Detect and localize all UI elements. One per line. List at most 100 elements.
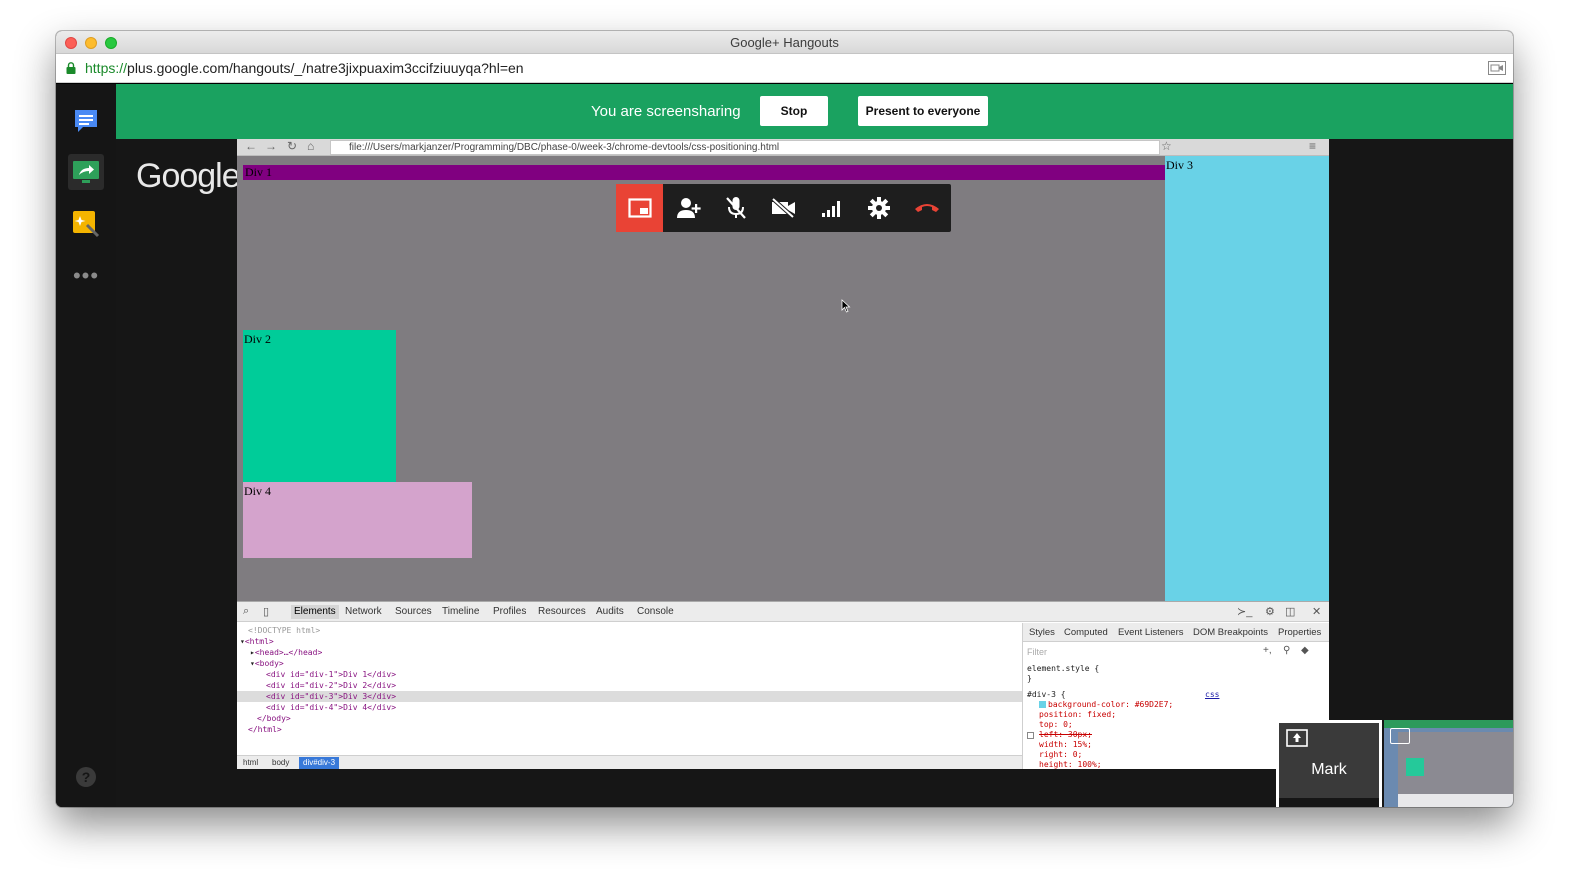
devtools-settings-icon[interactable]: ⚙	[1265, 605, 1275, 618]
hang-up-icon	[914, 204, 939, 212]
inspect-search-icon[interactable]: ⌕	[243, 605, 249, 618]
devtools-tab-elements[interactable]: Elements	[291, 605, 339, 619]
rule-source-link[interactable]: css	[1205, 690, 1219, 700]
breadcrumb-body[interactable]: body	[272, 758, 289, 767]
dock-side-icon[interactable]: ◫	[1285, 605, 1295, 618]
screenshare-banner: You are screensharing Stop Present to ev…	[116, 84, 1513, 139]
breadcrumb-html[interactable]: html	[243, 758, 258, 767]
effects-icon	[73, 211, 100, 238]
dom-breakpoints-tab[interactable]: DOM Breakpoints	[1193, 627, 1268, 638]
devtools-tab-timeline[interactable]: Timeline	[442, 606, 479, 617]
rule-prop[interactable]: height: 100%;	[1027, 760, 1173, 769]
demo-div-2: Div 2	[243, 330, 396, 483]
demo-div-4: Div 4	[243, 482, 472, 558]
pin-icon[interactable]: ⚲	[1283, 645, 1290, 656]
devtools-tab-audits[interactable]: Audits	[596, 606, 624, 617]
hangouts-window: Google+ Hangouts https://plus.google.com…	[56, 31, 1513, 807]
present-screen-icon	[1286, 729, 1308, 747]
stop-sharing-button[interactable]: Stop	[760, 96, 828, 126]
chat-button[interactable]	[68, 103, 104, 139]
screenshare-toggle-button[interactable]	[616, 184, 663, 232]
hangout-call-controls	[616, 184, 951, 232]
dom-node[interactable]: ▾<body>	[237, 658, 1022, 669]
dom-node[interactable]: <div id="div-2">Div 2</div>	[237, 680, 1022, 691]
screenshare-status: You are screensharing	[591, 103, 741, 120]
invite-people-button[interactable]	[665, 184, 712, 232]
dom-node[interactable]: <div id="div-1">Div 1</div>	[237, 669, 1022, 680]
color-swatch[interactable]	[1039, 701, 1046, 708]
color-format-icon[interactable]: ◆	[1301, 645, 1309, 656]
dom-node[interactable]: <!DOCTYPE html>	[237, 625, 1022, 636]
dom-node[interactable]: ▸<head>…</head>	[237, 647, 1022, 658]
present-to-everyone-button[interactable]: Present to everyone	[858, 96, 988, 126]
more-apps-button[interactable]: •••	[68, 258, 104, 294]
hangout-stage: Google You are screensharing Stop Presen…	[116, 84, 1513, 807]
chrome-menu-icon: ≡	[1309, 139, 1317, 153]
gear-icon	[867, 197, 890, 219]
mute-microphone-button[interactable]	[712, 184, 759, 232]
prop-checkbox[interactable]	[1027, 732, 1034, 739]
element-style-close: }	[1027, 674, 1032, 683]
rule-prop[interactable]: right: 0;	[1027, 750, 1173, 760]
properties-tab[interactable]: Properties	[1278, 627, 1321, 638]
dom-tree: <!DOCTYPE html> ▾<html> ▸<head>…</head> …	[237, 623, 1022, 751]
dom-node[interactable]: <div id="div-4">Div 4</div>	[237, 702, 1022, 713]
breadcrumb-div3[interactable]: div#div-3	[299, 757, 340, 769]
devtools-close-icon[interactable]: ✕	[1312, 605, 1321, 618]
leave-call-button[interactable]	[903, 184, 950, 232]
signal-bars-icon	[821, 201, 840, 217]
rule-prop[interactable]: position: fixed;	[1027, 710, 1173, 720]
devtools-toolbar: ⌕ ▯ Elements Network Sources Timeline Pr…	[237, 602, 1329, 622]
styles-tab[interactable]: Styles	[1029, 627, 1055, 638]
window-title: Google+ Hangouts	[730, 35, 839, 50]
devtools-tab-network[interactable]: Network	[345, 606, 382, 617]
dom-node[interactable]: </body>	[237, 713, 1022, 724]
dom-node[interactable]: </html>	[237, 724, 1022, 735]
device-mode-icon[interactable]: ▯	[263, 605, 269, 618]
thumb-devtools	[1398, 794, 1513, 807]
thumb-banner	[1384, 720, 1513, 728]
dom-node-selected[interactable]: <div id="div-3">Div 3</div>	[237, 691, 1022, 702]
devtools-tab-console[interactable]: Console	[637, 606, 674, 617]
devtools-tab-resources[interactable]: Resources	[538, 606, 586, 617]
styles-filter-input[interactable]: Filter	[1027, 647, 1047, 657]
shared-browser-toolbar: ← → ↻ ⌂ file:///Users/markjanzer/Program…	[237, 139, 1329, 156]
turn-off-camera-button[interactable]	[760, 184, 807, 232]
event-listeners-tab[interactable]: Event Listeners	[1118, 627, 1183, 638]
devtools-tab-profiles[interactable]: Profiles	[493, 606, 526, 617]
rule-prop[interactable]: background-color: #69D2E7;	[1027, 700, 1173, 710]
home-icon: ⌂	[307, 139, 315, 153]
dom-node[interactable]: ▾<html>	[237, 636, 1022, 647]
shared-screen-thumbnail[interactable]	[1384, 720, 1513, 807]
element-style-rule: element.style {	[1027, 664, 1100, 673]
share-screen-icon	[1390, 728, 1410, 744]
demo-div-1: Div 1	[243, 165, 1165, 180]
new-rule-icon[interactable]: +,	[1263, 645, 1272, 656]
console-drawer-icon[interactable]: ≻_	[1237, 605, 1252, 618]
rule-prop-disabled[interactable]: left: 30px;	[1027, 730, 1173, 740]
bandwidth-button[interactable]	[808, 184, 855, 232]
style-rules: element.style { } #div-3 { css backgroun…	[1027, 664, 1219, 769]
reload-icon: ↻	[287, 139, 298, 153]
address-bar[interactable]: https://plus.google.com/hangouts/_/natre…	[56, 54, 1513, 83]
demo-div-3: Div 3	[1165, 156, 1329, 601]
participant-tile-strip	[1279, 798, 1379, 807]
camera-off-icon	[771, 198, 795, 218]
google-effects-button[interactable]	[68, 206, 104, 242]
devtools-tab-sources[interactable]: Sources	[395, 606, 432, 617]
settings-button[interactable]	[855, 184, 902, 232]
rule-prop[interactable]: top: 0;	[1027, 720, 1173, 730]
div3-rule: #div-3 { css	[1027, 690, 1219, 700]
rule-prop[interactable]: width: 15%;	[1027, 740, 1173, 750]
back-icon: ←	[245, 139, 257, 153]
thumb-div	[1406, 758, 1424, 776]
devtools-panel: ⌕ ▯ Elements Network Sources Timeline Pr…	[237, 601, 1329, 769]
screenshare-button[interactable]	[68, 154, 104, 190]
participant-tile-self[interactable]: Mark	[1276, 720, 1382, 807]
mouse-cursor-icon	[841, 299, 851, 313]
computed-tab[interactable]: Computed	[1064, 627, 1108, 638]
help-icon[interactable]: ?	[76, 767, 96, 787]
camera-permission-icon[interactable]	[1488, 61, 1506, 75]
screenshare-icon	[73, 161, 99, 183]
page-url[interactable]: https://plus.google.com/hangouts/_/natre…	[85, 60, 524, 76]
